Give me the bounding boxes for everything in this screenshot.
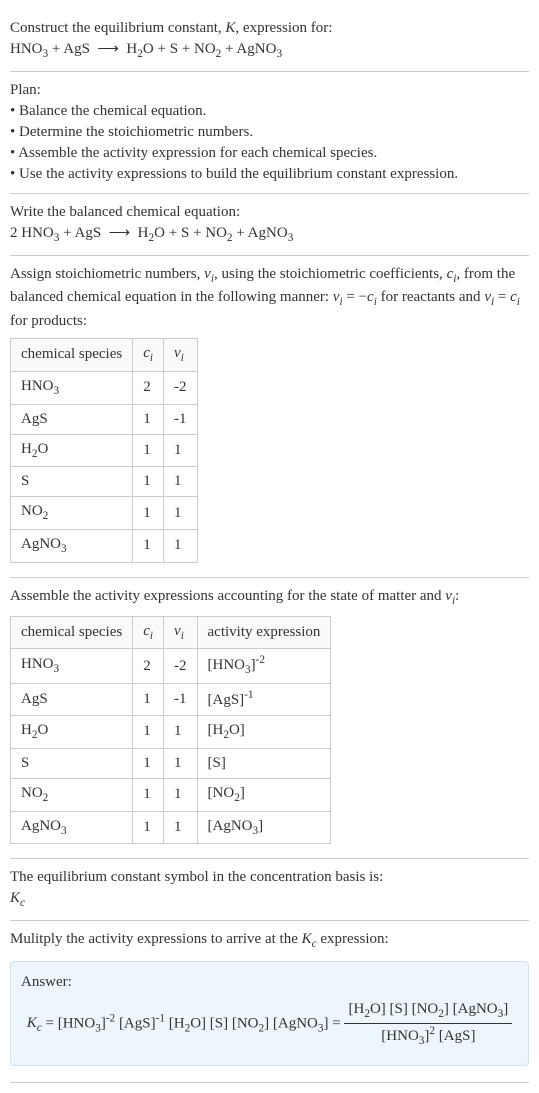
cell-species: NO2 (11, 778, 133, 811)
table-row: HNO32-2 (11, 371, 198, 404)
cell-species: S (11, 748, 133, 778)
activity-table: chemical species ci νi activity expressi… (10, 616, 331, 845)
cell-ci: 1 (133, 404, 164, 434)
cell-vi: 1 (164, 716, 198, 749)
cell-species: NO2 (11, 497, 133, 530)
col-species: chemical species (11, 339, 133, 372)
cell-species: AgNO3 (11, 811, 133, 844)
cell-act: [HNO3]-2 (197, 649, 331, 684)
cell-act: [H2O] (197, 716, 331, 749)
plan-title: Plan: (10, 80, 529, 101)
plan-item-1: • Determine the stoichiometric numbers. (10, 122, 529, 143)
cell-vi: -2 (164, 371, 198, 404)
fraction-denominator: [HNO3]2 [AgS] (344, 1024, 512, 1050)
ksymbol-line: The equilibrium constant symbol in the c… (10, 867, 529, 888)
cell-species: HNO3 (11, 371, 133, 404)
unbalanced-equation: HNO3 + AgS ⟶ H2O + S + NO2 + AgNO3 (10, 39, 529, 63)
cell-vi: 1 (164, 811, 198, 844)
intro-line: Construct the equilibrium constant, K, e… (10, 18, 529, 39)
activity-section: Assemble the activity expressions accoun… (10, 578, 529, 860)
table-row: AgNO311[AgNO3] (11, 811, 331, 844)
table-row: AgNO311 (11, 530, 198, 563)
cell-ci: 1 (133, 811, 164, 844)
table-header-row: chemical species ci νi activity expressi… (11, 616, 331, 649)
col-vi: νi (164, 616, 198, 649)
col-species: chemical species (11, 616, 133, 649)
col-ci: ci (133, 339, 164, 372)
cell-act: [NO2] (197, 778, 331, 811)
intro-text-1: Construct the equilibrium constant, (10, 20, 225, 36)
ksymbol-section: The equilibrium constant symbol in the c… (10, 859, 529, 921)
cell-ci: 1 (133, 434, 164, 467)
cell-act: [S] (197, 748, 331, 778)
kc-symbol: Kc (10, 888, 529, 912)
cell-species: AgNO3 (11, 530, 133, 563)
cell-species: AgS (11, 684, 133, 716)
answer-box: Answer: Kc = [HNO3]-2 [AgS]-1 [H2O] [S] … (10, 961, 529, 1067)
table-row: S11 (11, 467, 198, 497)
fraction: [H2O] [S] [NO2] [AgNO3] [HNO3]2 [AgS] (344, 999, 512, 1050)
cell-species: H2O (11, 716, 133, 749)
cell-ci: 2 (133, 371, 164, 404)
plan-item-3: • Use the activity expressions to build … (10, 164, 529, 185)
balanced-section: Write the balanced chemical equation: 2 … (10, 194, 529, 256)
col-ci: ci (133, 616, 164, 649)
K-symbol: K (225, 20, 235, 36)
cell-ci: 1 (133, 748, 164, 778)
stoich-table: chemical species ci νi HNO32-2 AgS1-1 H2… (10, 338, 198, 563)
cell-vi: -1 (164, 684, 198, 716)
plan-item-0: • Balance the chemical equation. (10, 101, 529, 122)
table-row: NO211[NO2] (11, 778, 331, 811)
cell-vi: 1 (164, 434, 198, 467)
cell-ci: 1 (133, 778, 164, 811)
col-activity: activity expression (197, 616, 331, 649)
answer-label: Answer: (21, 972, 518, 993)
cell-species: AgS (11, 404, 133, 434)
cell-ci: 1 (133, 716, 164, 749)
multiply-section: Mulitply the activity expressions to arr… (10, 921, 529, 1083)
cell-ci: 2 (133, 649, 164, 684)
table-row: NO211 (11, 497, 198, 530)
table-row: S11[S] (11, 748, 331, 778)
cell-vi: 1 (164, 497, 198, 530)
cell-vi: 1 (164, 748, 198, 778)
cell-vi: 1 (164, 530, 198, 563)
stoich-intro: Assign stoichiometric numbers, νi, using… (10, 264, 529, 333)
cell-species: S (11, 467, 133, 497)
plan-item-2: • Assemble the activity expression for e… (10, 143, 529, 164)
stoich-section: Assign stoichiometric numbers, νi, using… (10, 256, 529, 578)
activity-intro: Assemble the activity expressions accoun… (10, 586, 529, 610)
balanced-title: Write the balanced chemical equation: (10, 202, 529, 223)
cell-vi: -2 (164, 649, 198, 684)
table-row: H2O11 (11, 434, 198, 467)
cell-ci: 1 (133, 530, 164, 563)
cell-vi: 1 (164, 467, 198, 497)
cell-vi: 1 (164, 778, 198, 811)
table-row: AgS1-1 (11, 404, 198, 434)
intro-text-2: , expression for: (235, 20, 332, 36)
cell-act: [AgNO3] (197, 811, 331, 844)
table-row: AgS1-1[AgS]-1 (11, 684, 331, 716)
multiply-line: Mulitply the activity expressions to arr… (10, 929, 529, 953)
answer-expression: Kc = [HNO3]-2 [AgS]-1 [H2O] [S] [NO2] [A… (21, 993, 518, 1056)
cell-act: [AgS]-1 (197, 684, 331, 716)
fraction-numerator: [H2O] [S] [NO2] [AgNO3] (344, 999, 512, 1024)
cell-ci: 1 (133, 497, 164, 530)
cell-vi: -1 (164, 404, 198, 434)
col-vi: νi (164, 339, 198, 372)
cell-species: H2O (11, 434, 133, 467)
cell-ci: 1 (133, 467, 164, 497)
table-row: HNO32-2[HNO3]-2 (11, 649, 331, 684)
plan-section: Plan: • Balance the chemical equation. •… (10, 72, 529, 194)
table-row: H2O11[H2O] (11, 716, 331, 749)
cell-species: HNO3 (11, 649, 133, 684)
balanced-equation: 2 HNO3 + AgS ⟶ H2O + S + NO2 + AgNO3 (10, 223, 529, 247)
intro-section: Construct the equilibrium constant, K, e… (10, 10, 529, 72)
cell-ci: 1 (133, 684, 164, 716)
table-header-row: chemical species ci νi (11, 339, 198, 372)
